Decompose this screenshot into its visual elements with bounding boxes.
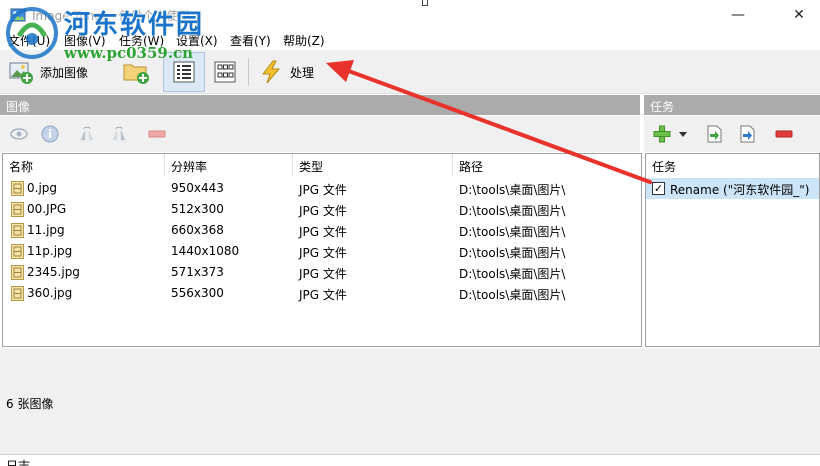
import-task-icon[interactable] — [705, 125, 723, 143]
cell-name: 11p.jpg — [27, 244, 73, 258]
details-view-icon — [173, 61, 195, 83]
column-header-task[interactable]: 任务 — [646, 154, 819, 176]
tasks-panel-header: 任务 — [644, 95, 820, 115]
image-file-icon — [11, 181, 24, 196]
thumbnail-view-button[interactable] — [210, 52, 240, 92]
column-header-type[interactable]: 类型 — [293, 154, 453, 176]
lightning-icon — [261, 60, 281, 84]
cell-resolution: 512x300 — [171, 202, 224, 216]
rotate-left-icon[interactable] — [78, 125, 96, 143]
cell-name: 360.jpg — [27, 286, 73, 300]
menu-help[interactable]: 帮助(Z) — [283, 32, 325, 49]
table-row[interactable]: 0.jpg 950x443 JPG 文件 D:\tools\桌面\图片\ — [3, 178, 641, 199]
cell-type: JPG 文件 — [299, 267, 347, 281]
task-list: 任务 ✓ Rename ("河东软件园_") — [645, 153, 820, 347]
process-label: 处理 — [290, 65, 315, 80]
cell-path: D:\tools\桌面\图片\ — [459, 288, 566, 302]
rotate-right-icon[interactable] — [110, 125, 128, 143]
cell-name: 2345.jpg — [27, 265, 80, 279]
add-image-label: 添加图像 — [40, 65, 89, 80]
remove-task-icon[interactable] — [775, 125, 793, 143]
cell-type: JPG 文件 — [299, 288, 347, 302]
cell-resolution: 571x373 — [171, 265, 224, 279]
add-task-icon[interactable] — [653, 125, 671, 143]
close-button[interactable]: ✕ — [776, 0, 820, 30]
table-row[interactable]: 360.jpg 556x300 JPG 文件 D:\tools\桌面\图片\ — [3, 283, 641, 304]
column-header-resolution[interactable]: 分辨率 — [165, 154, 293, 176]
image-list: 名称 分辨率 类型 路径 0.jpg 950x443 JPG 文件 D:\too… — [2, 153, 642, 347]
images-panel-header: 图像 — [0, 95, 640, 115]
cell-resolution: 556x300 — [171, 286, 224, 300]
task-label: Rename ("河东软件园_") — [670, 183, 810, 197]
tasks-subtoolbar — [644, 116, 820, 152]
preview-eye-icon[interactable] — [10, 125, 28, 143]
cell-name: 11.jpg — [27, 223, 65, 237]
chevron-down-icon[interactable] — [678, 125, 688, 143]
cell-path: D:\tools\桌面\图片\ — [459, 183, 566, 197]
images-subtoolbar — [0, 116, 640, 152]
title-marker — [422, 0, 428, 6]
cell-resolution: 950x443 — [171, 181, 224, 195]
process-button[interactable]: 处理 — [258, 52, 314, 92]
watermark-url: www.pc0359.cn — [64, 44, 194, 62]
cell-type: JPG 文件 — [299, 246, 347, 260]
cell-path: D:\tools\桌面\图片\ — [459, 204, 566, 218]
cell-type: JPG 文件 — [299, 183, 347, 197]
log-panel: 日志 — [0, 454, 820, 466]
image-file-icon — [11, 265, 24, 280]
cell-path: D:\tools\桌面\图片\ — [459, 267, 566, 281]
image-file-icon — [11, 244, 24, 259]
cell-resolution: 1440x1080 — [171, 244, 240, 258]
menu-view[interactable]: 查看(Y) — [230, 32, 271, 49]
details-area — [0, 348, 820, 454]
thumbnail-view-icon — [214, 61, 236, 83]
image-file-icon — [11, 223, 24, 238]
table-row[interactable]: 00.JPG 512x300 JPG 文件 D:\tools\桌面\图片\ — [3, 199, 641, 220]
table-row[interactable]: 2345.jpg 571x373 JPG 文件 D:\tools\桌面\图片\ — [3, 262, 641, 283]
export-task-icon[interactable] — [738, 125, 756, 143]
info-icon[interactable] — [41, 125, 59, 143]
toolbar-separator — [248, 58, 249, 86]
cell-type: JPG 文件 — [299, 204, 347, 218]
add-folder-icon — [123, 64, 149, 84]
cell-resolution: 660x368 — [171, 223, 224, 237]
remove-image-icon[interactable] — [148, 125, 166, 143]
cell-type: JPG 文件 — [299, 225, 347, 239]
log-label: 日志 — [6, 459, 31, 466]
image-file-icon — [11, 286, 24, 301]
watermark-brand: 河东软件园 — [64, 10, 205, 40]
task-checkbox[interactable]: ✓ — [652, 182, 665, 195]
watermark-logo — [6, 7, 58, 59]
image-count-status: 6 张图像 — [6, 397, 54, 411]
cell-path: D:\tools\桌面\图片\ — [459, 246, 566, 260]
task-item[interactable]: ✓ Rename ("河东软件园_") — [646, 178, 819, 199]
cell-path: D:\tools\桌面\图片\ — [459, 225, 566, 239]
image-tuner-window: Image Tuner - 仅供个人使用 — ✕ 文件(U) 图像(V) 任务(… — [0, 0, 820, 466]
table-row[interactable]: 11.jpg 660x368 JPG 文件 D:\tools\桌面\图片\ — [3, 220, 641, 241]
cell-name: 0.jpg — [27, 181, 58, 195]
column-header-name[interactable]: 名称 — [3, 154, 165, 176]
table-row[interactable]: 11p.jpg 1440x1080 JPG 文件 D:\tools\桌面\图片\ — [3, 241, 641, 262]
add-image-icon — [9, 62, 33, 84]
image-file-icon — [11, 202, 24, 217]
cell-name: 00.JPG — [27, 202, 67, 216]
minimize-button[interactable]: — — [715, 0, 761, 30]
column-header-path[interactable]: 路径 — [453, 154, 641, 176]
